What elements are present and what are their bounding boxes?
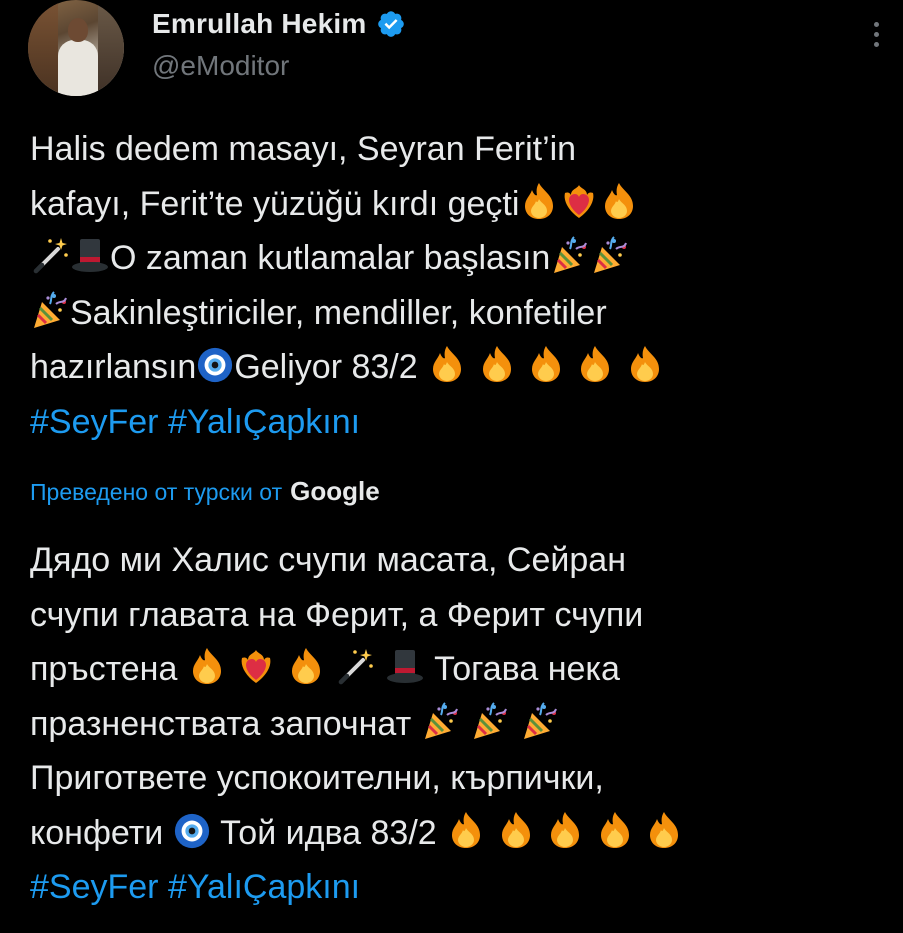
translation-attribution[interactable]: Преведено от турски от Google: [30, 476, 380, 507]
fire-emoji-icon: [575, 344, 615, 384]
hashtag-link[interactable]: #YalıÇapkını: [168, 403, 360, 441]
fire-emoji-icon: [595, 810, 635, 850]
translated-line: Пригответе успокоителни, кърпички,: [30, 759, 604, 797]
translated-line: пръстена: [30, 650, 178, 688]
hashtag-link[interactable]: #YalıÇapkını: [168, 868, 360, 906]
avatar-background: [28, 0, 58, 96]
author-handle[interactable]: @eModitor: [152, 50, 289, 82]
avatar[interactable]: [28, 0, 124, 96]
avatar-background: [98, 0, 124, 96]
top-hat-emoji-icon: [385, 646, 425, 686]
fire-emoji-icon: [427, 344, 467, 384]
top-hat-emoji-icon: [70, 235, 110, 275]
more-vertical-icon: [873, 42, 879, 47]
hashtag-link[interactable]: #SeyFer: [30, 403, 159, 441]
party-popper-emoji-icon: [550, 235, 590, 275]
avatar-figure: [58, 40, 98, 96]
fire-emoji-icon: [625, 344, 665, 384]
translated-text: Дядо ми Халис счупи масата, Сейран счупи…: [30, 533, 880, 915]
author-name[interactable]: Emrullah Hekim: [152, 8, 406, 40]
tweet-line: O zaman kutlamalar başlasın: [110, 239, 551, 277]
fire-emoji-icon: [477, 344, 517, 384]
magic-wand-emoji-icon: [335, 646, 375, 686]
author-display-name[interactable]: Emrullah Hekim: [152, 8, 366, 40]
translated-line: празненствата започнат: [30, 704, 412, 743]
fire-emoji-icon: [644, 810, 684, 850]
more-vertical-icon: [873, 22, 879, 27]
party-popper-emoji-icon: [470, 701, 510, 741]
avatar-figure: [68, 18, 88, 42]
fire-emoji-icon: [187, 646, 227, 686]
translated-line: конфети: [30, 813, 164, 852]
heart-on-fire-emoji-icon: [559, 181, 599, 221]
translated-line: Той идва 83/2: [220, 813, 437, 852]
fire-emoji-icon: [286, 646, 326, 686]
tweet-line: kafayı, Ferit’te yüzüğü kırdı geçti: [30, 184, 520, 223]
fire-emoji-icon: [446, 810, 486, 850]
nazar-amulet-emoji-icon: [196, 346, 234, 384]
translation-label[interactable]: Преведено от турски от: [30, 479, 282, 506]
translated-line: Тогава нека: [434, 650, 620, 688]
more-options-button[interactable]: [868, 18, 884, 58]
fire-emoji-icon: [545, 810, 585, 850]
tweet-line: hazırlansın: [30, 348, 197, 386]
tweet-text: Halis dedem masayı, Seyran Ferit’in kafa…: [30, 122, 880, 449]
magic-wand-emoji-icon: [30, 235, 70, 275]
tweet-line: Sakinleştiriciler, mendiller, konfetiler: [70, 293, 607, 332]
nazar-amulet-emoji-icon: [173, 812, 211, 850]
verified-badge-icon: [378, 11, 405, 37]
hashtag-link[interactable]: #SeyFer: [30, 868, 159, 906]
party-popper-emoji-icon: [421, 701, 461, 741]
heart-on-fire-emoji-icon: [236, 646, 276, 686]
more-vertical-icon: [873, 32, 879, 37]
party-popper-emoji-icon: [590, 235, 630, 275]
tweet-line: Halis dedem masayı, Seyran Ferit’in: [30, 130, 577, 168]
translated-line: Дядо ми Халис счупи масата, Сейран: [30, 541, 626, 579]
translated-line: счупи главата на Ферит, а Ферит счупи: [30, 595, 644, 634]
fire-emoji-icon: [519, 181, 559, 221]
party-popper-emoji-icon: [30, 290, 70, 330]
fire-emoji-icon: [526, 344, 566, 384]
tweet-line: Geliyor 83/2: [234, 348, 418, 386]
fire-emoji-icon: [599, 181, 639, 221]
fire-emoji-icon: [496, 810, 536, 850]
google-logo: Google: [290, 476, 380, 506]
party-popper-emoji-icon: [520, 701, 560, 741]
